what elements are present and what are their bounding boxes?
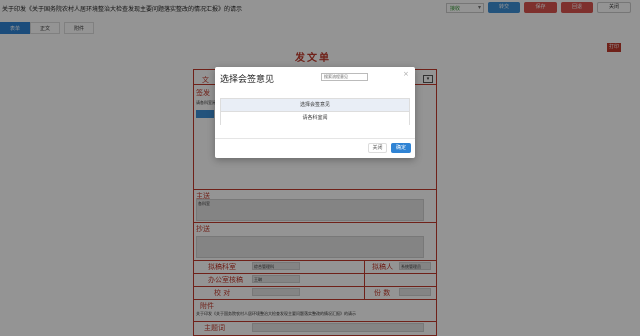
countersign-dialog: 选择会签意见 搜索流程意见 × 选择会签意见 请各科室阅 关闭 确定 [215, 67, 415, 158]
close-icon[interactable]: × [403, 70, 409, 78]
list-item[interactable]: 请各科室阅 [221, 112, 409, 125]
list-item[interactable]: 选择会签意见 [221, 99, 409, 112]
opinion-list: 选择会签意见 请各科室阅 [220, 98, 410, 125]
dialog-close-button[interactable]: 关闭 [368, 143, 387, 153]
modal-backdrop[interactable] [0, 0, 640, 336]
opinion-search-input[interactable]: 搜索流程意见 [321, 73, 368, 81]
dialog-ok-button[interactable]: 确定 [391, 143, 411, 153]
dialog-divider [215, 138, 415, 139]
dialog-title: 选择会签意见 [220, 75, 275, 85]
